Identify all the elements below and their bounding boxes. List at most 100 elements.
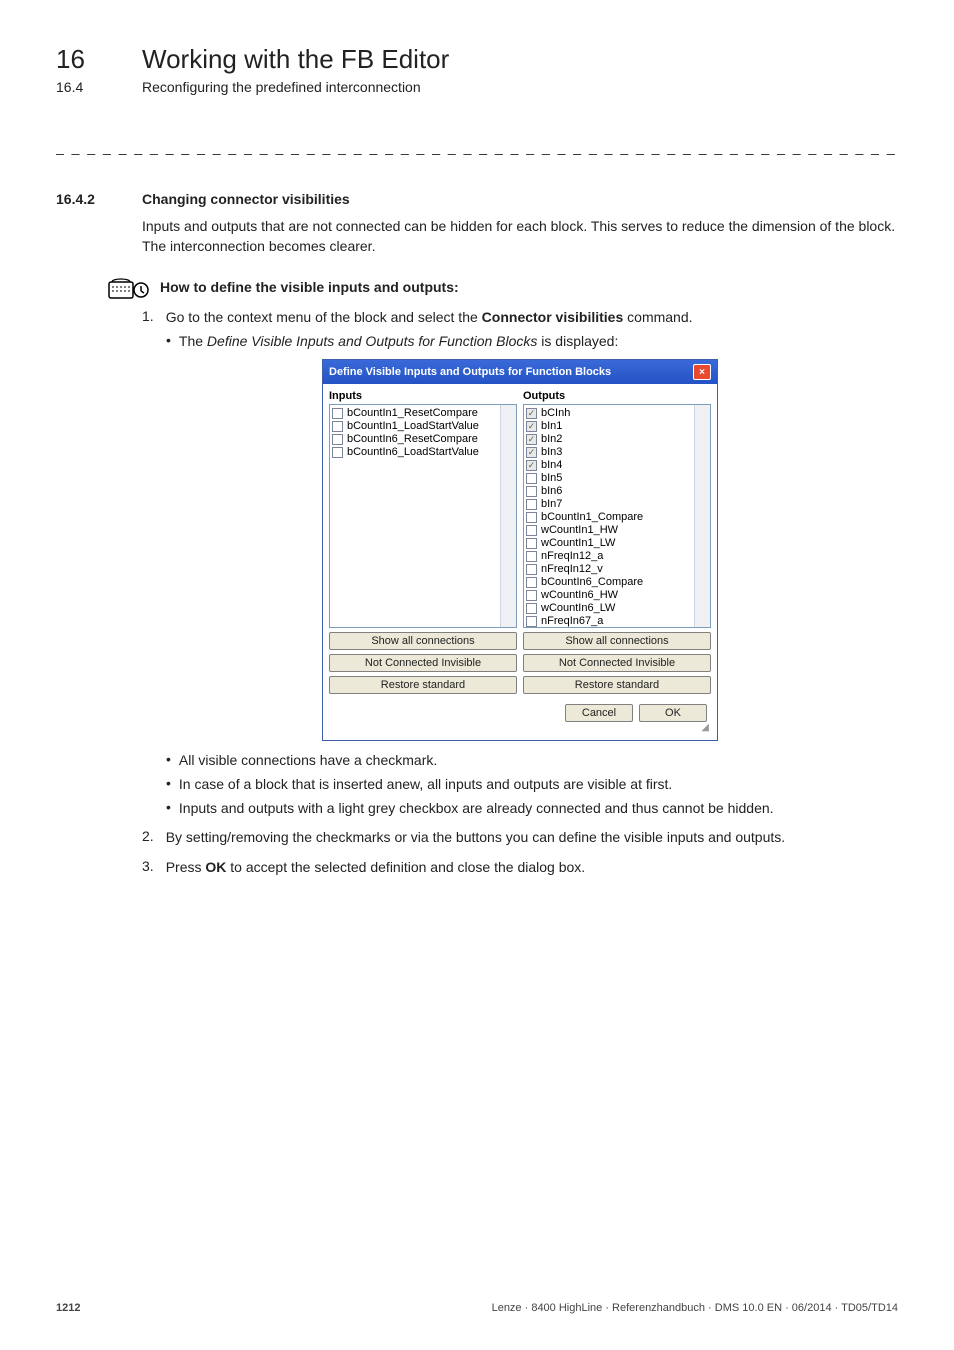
close-icon[interactable]: × — [693, 364, 711, 380]
list-item[interactable]: bIn3 — [526, 446, 708, 459]
checkbox-icon[interactable] — [526, 538, 537, 549]
cancel-button[interactable]: Cancel — [565, 704, 633, 722]
list-item[interactable]: wCountIn6_HW — [526, 589, 708, 602]
list-item-label: bIn1 — [541, 420, 562, 433]
list-item-label: nFreqIn67_a — [541, 615, 603, 628]
checkbox-icon[interactable] — [526, 590, 537, 601]
list-item[interactable]: bIn4 — [526, 459, 708, 472]
list-item[interactable]: bCountIn6_Compare — [526, 576, 708, 589]
chapter-number: 16 — [56, 44, 110, 75]
resize-grip-icon[interactable]: ◢ — [329, 724, 711, 732]
checkbox-icon[interactable] — [526, 473, 537, 484]
list-item-label: bIn5 — [541, 472, 562, 485]
restore-standard-outputs-button[interactable]: Restore standard — [523, 676, 711, 694]
step-number: 3. — [142, 858, 154, 878]
checkbox-icon[interactable] — [526, 603, 537, 614]
ok-button[interactable]: OK — [639, 704, 707, 722]
list-item[interactable]: wCountIn1_LW — [526, 537, 708, 550]
list-item[interactable]: nFreqIn67_a — [526, 615, 708, 628]
list-item-label: nFreqIn12_v — [541, 563, 603, 576]
list-item[interactable]: nFreqIn12_a — [526, 550, 708, 563]
step-text: Go to the context menu of the block and … — [166, 308, 898, 328]
checkbox-icon[interactable] — [526, 408, 537, 419]
list-item[interactable]: bIn6 — [526, 485, 708, 498]
checkbox-icon[interactable] — [526, 551, 537, 562]
not-connected-invisible-outputs-button[interactable]: Not Connected Invisible — [523, 654, 711, 672]
checkbox-icon[interactable] — [332, 408, 343, 419]
show-all-outputs-button[interactable]: Show all connections — [523, 632, 711, 650]
footer-meta: Lenze · 8400 HighLine · Referenzhandbuch… — [492, 1302, 898, 1314]
list-item-label: bIn4 — [541, 459, 562, 472]
list-item-label: bIn6 — [541, 485, 562, 498]
list-item-label: bCountIn6_ResetCompare — [347, 433, 478, 446]
checkbox-icon[interactable] — [526, 447, 537, 458]
list-item[interactable]: nFreqIn12_v — [526, 563, 708, 576]
outputs-col-title: Outputs — [523, 390, 711, 402]
checkbox-icon[interactable] — [526, 434, 537, 445]
step-text: Press OK to accept the selected definiti… — [166, 858, 898, 878]
list-item[interactable]: bCountIn6_LoadStartValue — [332, 446, 514, 459]
bullet-text: The Define Visible Inputs and Outputs fo… — [179, 332, 898, 352]
list-item-label: bCountIn6_Compare — [541, 576, 643, 589]
section-title: Reconfiguring the predefined interconnec… — [142, 79, 421, 95]
subsection-title: Changing connector visibilities — [142, 191, 350, 207]
bullet-marker: • — [166, 751, 171, 771]
checkbox-icon[interactable] — [526, 421, 537, 432]
bullet-marker: • — [166, 799, 171, 819]
checkbox-icon[interactable] — [526, 512, 537, 523]
inputs-col-title: Inputs — [329, 390, 517, 402]
list-item-label: bCInh — [541, 407, 570, 420]
list-item[interactable]: bCountIn6_ResetCompare — [332, 433, 514, 446]
list-item[interactable]: bIn5 — [526, 472, 708, 485]
list-item-label: bCountIn6_LoadStartValue — [347, 446, 479, 459]
list-item[interactable]: wCountIn1_HW — [526, 524, 708, 537]
checkbox-icon[interactable] — [526, 525, 537, 536]
checkbox-icon[interactable] — [332, 447, 343, 458]
step-number: 2. — [142, 828, 154, 848]
checkbox-icon[interactable] — [332, 421, 343, 432]
bullet-text: In case of a block that is inserted anew… — [179, 775, 898, 795]
show-all-inputs-button[interactable]: Show all connections — [329, 632, 517, 650]
step-number: 1. — [142, 308, 154, 328]
howto-heading: How to define the visible inputs and out… — [160, 279, 459, 295]
step-text: By setting/removing the checkmarks or vi… — [166, 828, 898, 848]
list-item[interactable]: bCountIn1_Compare — [526, 511, 708, 524]
section-number: 16.4 — [56, 79, 110, 95]
outputs-list[interactable]: bCInhbIn1bIn2bIn3bIn4bIn5bIn6bIn7bCountI… — [523, 404, 711, 628]
list-item-label: bCountIn1_LoadStartValue — [347, 420, 479, 433]
list-item-label: bCountIn1_ResetCompare — [347, 407, 478, 420]
not-connected-invisible-inputs-button[interactable]: Not Connected Invisible — [329, 654, 517, 672]
list-item-label: bIn3 — [541, 446, 562, 459]
checkbox-icon[interactable] — [526, 460, 537, 471]
list-item[interactable]: wCountIn6_LW — [526, 602, 708, 615]
scrollbar[interactable] — [500, 405, 516, 627]
list-item[interactable]: bIn7 — [526, 498, 708, 511]
scrollbar[interactable] — [694, 405, 710, 627]
list-item[interactable]: bCountIn1_LoadStartValue — [332, 420, 514, 433]
intro-paragraph: Inputs and outputs that are not connecte… — [142, 217, 898, 256]
checkbox-icon[interactable] — [526, 486, 537, 497]
dialog-window: Define Visible Inputs and Outputs for Fu… — [322, 359, 718, 741]
howto-icon — [108, 274, 150, 300]
list-item-label: bCountIn1_Compare — [541, 511, 643, 524]
bullet-text: All visible connections have a checkmark… — [179, 751, 898, 771]
list-item-label: wCountIn1_LW — [541, 537, 615, 550]
page-number: 1212 — [56, 1302, 80, 1314]
divider-dashes: _ _ _ _ _ _ _ _ _ _ _ _ _ _ _ _ _ _ _ _ … — [56, 139, 898, 155]
checkbox-icon[interactable] — [332, 434, 343, 445]
checkbox-icon[interactable] — [526, 564, 537, 575]
list-item[interactable]: bCInh — [526, 407, 708, 420]
list-item-label: wCountIn1_HW — [541, 524, 618, 537]
inputs-list[interactable]: bCountIn1_ResetComparebCountIn1_LoadStar… — [329, 404, 517, 628]
list-item-label: nFreqIn12_a — [541, 550, 603, 563]
list-item-label: wCountIn6_LW — [541, 602, 615, 615]
list-item[interactable]: bCountIn1_ResetCompare — [332, 407, 514, 420]
checkbox-icon[interactable] — [526, 499, 537, 510]
restore-standard-inputs-button[interactable]: Restore standard — [329, 676, 517, 694]
checkbox-icon[interactable] — [526, 616, 537, 627]
list-item-label: bIn7 — [541, 498, 562, 511]
list-item[interactable]: bIn2 — [526, 433, 708, 446]
checkbox-icon[interactable] — [526, 577, 537, 588]
list-item[interactable]: bIn1 — [526, 420, 708, 433]
dialog-title-text: Define Visible Inputs and Outputs for Fu… — [329, 366, 611, 378]
